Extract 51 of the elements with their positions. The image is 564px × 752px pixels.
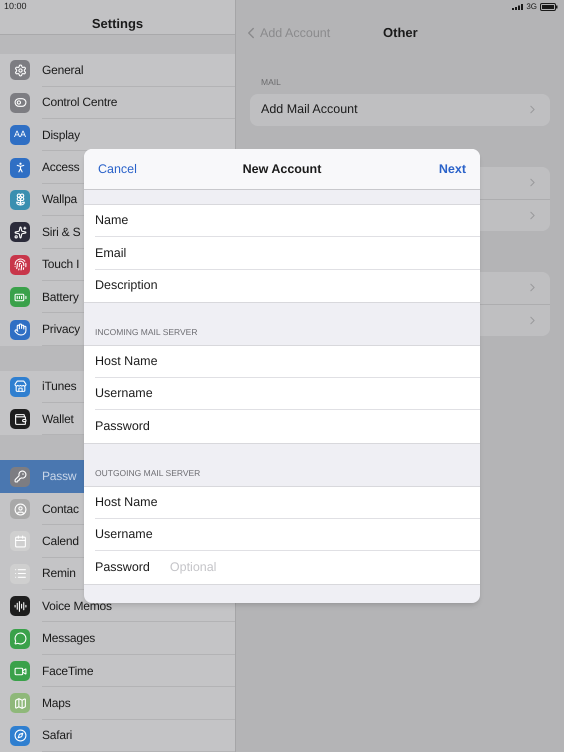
cancel-button[interactable]: Cancel (98, 160, 137, 178)
sidebar-item[interactable]: Maps (0, 687, 235, 720)
sidebar-label: Siri & S (42, 224, 80, 241)
sidebar-label: Touch I (42, 256, 80, 274)
status-time: 10:00 (4, 0, 27, 14)
signal-icon (512, 4, 524, 10)
sidebar-label: Wallet (42, 410, 74, 428)
sidebar-label: Access (42, 159, 80, 176)
field-label: Name (95, 212, 128, 230)
add-mail-account-row[interactable]: Add Mail Account (250, 94, 550, 126)
sidebar-label: Remin (42, 565, 76, 582)
sidebar-item[interactable]: AA Display (0, 118, 235, 152)
sidebar-label: Voice Memos (42, 598, 112, 615)
sidebar-label: Battery (42, 288, 79, 306)
sidebar-title: Settings (92, 15, 144, 34)
field-label: Host Name (95, 494, 158, 512)
sidebar-label: Contac (42, 500, 79, 518)
sidebar-item[interactable]: Safari (0, 720, 235, 752)
field-label: Username (95, 385, 153, 402)
sidebar-label: FaceTime (42, 662, 94, 680)
battery-icon (540, 3, 558, 11)
sidebar-label: iTunes (42, 378, 76, 396)
field-label: Password (95, 418, 150, 436)
app-icon: AA (10, 125, 30, 146)
sidebar-label: Maps (42, 694, 71, 712)
field-label: Username (95, 526, 153, 544)
input-field[interactable]: Optional (170, 558, 290, 577)
sidebar-item[interactable]: FaceTime (0, 654, 235, 688)
sidebar-label: General (42, 62, 84, 79)
sidebar-label: Display (42, 126, 80, 144)
field-label: Email (95, 244, 126, 262)
sidebar-label: Privacy (42, 321, 80, 338)
sidebar-label: Wallpa (42, 191, 78, 208)
sidebar-label: Control Centre (42, 94, 118, 112)
sidebar-item[interactable]: Control Centre (0, 86, 235, 119)
sidebar-label: Calend (42, 532, 79, 550)
field-label: Host Name (95, 353, 158, 370)
dialog-title: New Account (242, 160, 322, 178)
field-label: Password (95, 559, 150, 576)
sidebar-label: Passw (42, 468, 76, 486)
next-button[interactable]: Next (438, 160, 466, 178)
sidebar-item[interactable]: Messages (0, 622, 235, 655)
section-header: OUTGOING MAIL SERVER (95, 467, 200, 480)
section-header: INCOMING MAIL SERVER (95, 326, 198, 339)
detail-title: Other (383, 24, 418, 42)
sidebar-item[interactable]: General (0, 54, 235, 87)
sidebar-label: Safari (42, 727, 72, 744)
field-label: Description (95, 277, 158, 294)
sidebar-label: Messages (42, 630, 96, 648)
section-header: MAIL (261, 76, 282, 89)
network-label: 3G (526, 1, 537, 13)
